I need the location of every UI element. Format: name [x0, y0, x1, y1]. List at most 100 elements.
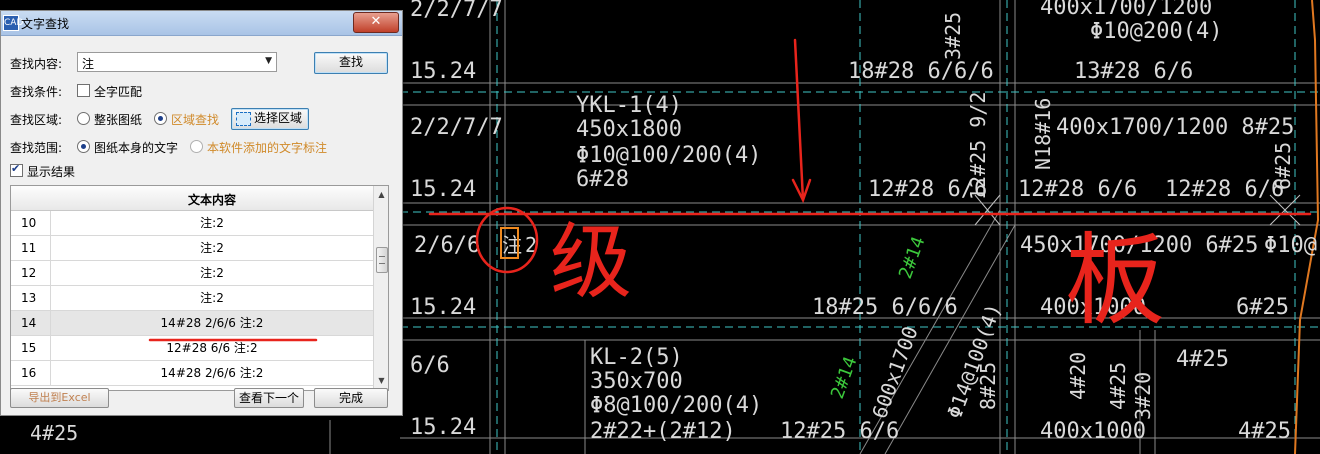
scroll-down-icon[interactable]: ▼ — [374, 374, 388, 388]
cad-beam-label: KL-2(5) — [590, 345, 683, 370]
cad-elevation: 15.24 — [410, 59, 476, 84]
cad-rebar-text: 4#20 — [1066, 352, 1090, 400]
cad-beam-stirrup: Φ10@200(4) — [1090, 19, 1222, 44]
row-text: 注:2 — [200, 216, 224, 230]
table-row[interactable]: 12 注:2 — [11, 261, 373, 286]
find-scope-label: 查找范围: — [10, 141, 63, 155]
row-number: 11 — [11, 236, 51, 260]
find-content-combobox[interactable]: 注 ▼ — [77, 52, 277, 72]
cad-beam-size: 600x1700 — [867, 323, 922, 422]
cad-rebar-text: 12#28 6/6 — [1018, 177, 1137, 202]
show-results-checkbox[interactable] — [10, 162, 23, 177]
select-area-button[interactable]: 选择区域 — [231, 108, 309, 130]
row-text: 12#28 6/6 注:2 — [166, 341, 258, 355]
scrollbar-thumb[interactable] — [376, 247, 388, 273]
cad-beam-size: 350x700 — [590, 369, 683, 394]
cad-beam-size: 450x1800 — [576, 117, 682, 142]
show-results-label[interactable]: 显示结果 — [27, 163, 75, 180]
row-number: 12 — [11, 261, 51, 285]
cad-rebar-text: 18#25 6/6/6 — [812, 295, 958, 320]
scroll-up-icon[interactable]: ▲ — [374, 188, 388, 202]
area-whole-label[interactable]: 整张图纸 — [94, 111, 142, 128]
cad-rebar-text: N18#16 — [1031, 98, 1055, 170]
export-excel-button[interactable]: 导出到Excel — [10, 388, 109, 408]
row-text: 注:2 — [200, 291, 224, 305]
find-condition-label: 查找条件: — [10, 85, 63, 99]
row-text: 14#28 2/6/6 注:2 — [160, 366, 264, 380]
cad-orange-boundary — [1294, 0, 1320, 454]
cad-rebar-text: 2/2/7/7 — [410, 115, 503, 140]
table-row[interactable]: 13 注:2 — [11, 286, 373, 311]
table-scrollbar[interactable]: ▲ ▼ — [373, 186, 388, 390]
app-icon: CAD — [3, 15, 23, 31]
cad-beam-stirrup: Φ10@ — [1264, 233, 1317, 258]
table-row-selected[interactable]: 14 14#28 2/6/6 注:2 — [11, 311, 373, 336]
done-button[interactable]: 完成 — [314, 388, 388, 408]
area-whole-radio[interactable] — [77, 112, 90, 125]
row-text: 14#28 2/6/6 注:2 — [160, 316, 264, 330]
find-content-value: 注 — [82, 57, 95, 71]
cad-rebar-text: 3#20 — [1131, 372, 1155, 420]
cad-rebar-text: 13#28 6/6 — [1074, 59, 1193, 84]
view-next-button[interactable]: 查看下一个 — [234, 388, 304, 408]
table-row[interactable]: 10 注:2 — [11, 211, 373, 236]
cad-beam-bars: 2#22+(2#12) — [590, 419, 736, 444]
cad-rebar-text: 4#25 — [30, 421, 78, 445]
cad-rebar-text: 2#14 — [895, 234, 930, 282]
cad-beam-stirrup: Φ10@100/200(4) — [576, 143, 761, 168]
close-button[interactable]: ✕ — [353, 12, 399, 33]
cad-beam-label: YKL-1(4) — [576, 93, 682, 118]
table-row[interactable]: 15 12#28 6/6 注:2 — [11, 336, 373, 361]
cad-rebar-text: 6#25 — [1236, 295, 1289, 320]
cad-rebar-text: 6/6 — [410, 353, 450, 378]
column-header-text-content[interactable]: 文本内容 — [51, 191, 373, 208]
cad-rebar-text: 2/2/7/7 — [410, 0, 503, 22]
cad-rebar-text: 3#25 N18# — [941, 0, 965, 60]
chevron-down-icon[interactable]: ▼ — [265, 56, 272, 66]
dialog-titlebar[interactable]: CAD 文字查找 ✕ — [1, 11, 402, 36]
area-region-label[interactable]: 区域查找 — [171, 111, 219, 128]
table-row[interactable]: 11 注:2 — [11, 236, 373, 261]
scope-added-label[interactable]: 本软件添加的文字标注 — [207, 139, 327, 156]
scope-own-radio[interactable] — [77, 140, 90, 153]
select-area-icon — [236, 112, 251, 126]
row-number: 13 — [11, 286, 51, 310]
row-text: 注:2 — [200, 241, 224, 255]
cad-rebar-text: 6#25 — [1271, 142, 1295, 190]
cad-beam-bars: 6#28 — [576, 167, 629, 192]
cad-elevation: 15.24 — [410, 177, 476, 202]
whole-word-checkbox[interactable] — [77, 84, 90, 97]
select-area-label: 选择区域 — [254, 111, 303, 125]
scope-own-label[interactable]: 图纸本身的文字 — [94, 139, 178, 156]
cad-elevation: 15.24 — [410, 295, 476, 320]
area-region-radio[interactable] — [154, 112, 167, 125]
handwritten-slab: 板 — [1065, 222, 1165, 339]
row-number: 15 — [11, 336, 51, 360]
dialog-title: 文字查找 — [21, 17, 70, 31]
find-text-dialog: CAD 文字查找 ✕ 查找内容: 注 ▼ 查找 查找条件: 全字匹配 查找区域:… — [0, 10, 403, 416]
scope-added-radio[interactable] — [190, 140, 203, 153]
row-number: 10 — [11, 211, 51, 235]
find-area-label: 查找区域: — [10, 113, 63, 127]
cad-rebar-text: 12#25 9/2 — [966, 92, 990, 200]
cad-rebar-text: 4#25 — [1106, 362, 1130, 410]
cad-rebar-text: 2/6/6 — [414, 233, 480, 258]
find-content-label: 查找内容: — [10, 57, 63, 71]
row-text: 注:2 — [200, 266, 224, 280]
whole-word-label[interactable]: 全字匹配 — [94, 83, 142, 100]
cad-rebar-text: 2#14 — [827, 354, 862, 402]
cad-beam-stirrup: Φ8@100/200(4) — [590, 393, 762, 418]
cad-rebar-text: 4#25 — [1238, 419, 1291, 444]
cad-beam-size: 400x1000 — [1040, 419, 1146, 444]
find-button[interactable]: 查找 — [314, 52, 388, 74]
cad-beam-size: 400x1700/1200 8#25 — [1056, 115, 1294, 140]
cad-beam-size: 400x1700/1200 — [1040, 0, 1212, 20]
row-number: 14 — [11, 311, 51, 335]
table-row[interactable]: 16 14#28 2/6/6 注:2 — [11, 361, 373, 386]
cad-rebar-text: 18#28 6/6/6 — [848, 59, 994, 84]
cad-rebar-text: 12#25 6/6 — [780, 419, 899, 444]
row-number: 16 — [11, 361, 51, 385]
cad-elevation: 15.24 — [410, 415, 476, 440]
cad-rebar-text: 4#25 — [1176, 347, 1229, 372]
handwritten-grade: 级 — [550, 215, 632, 310]
